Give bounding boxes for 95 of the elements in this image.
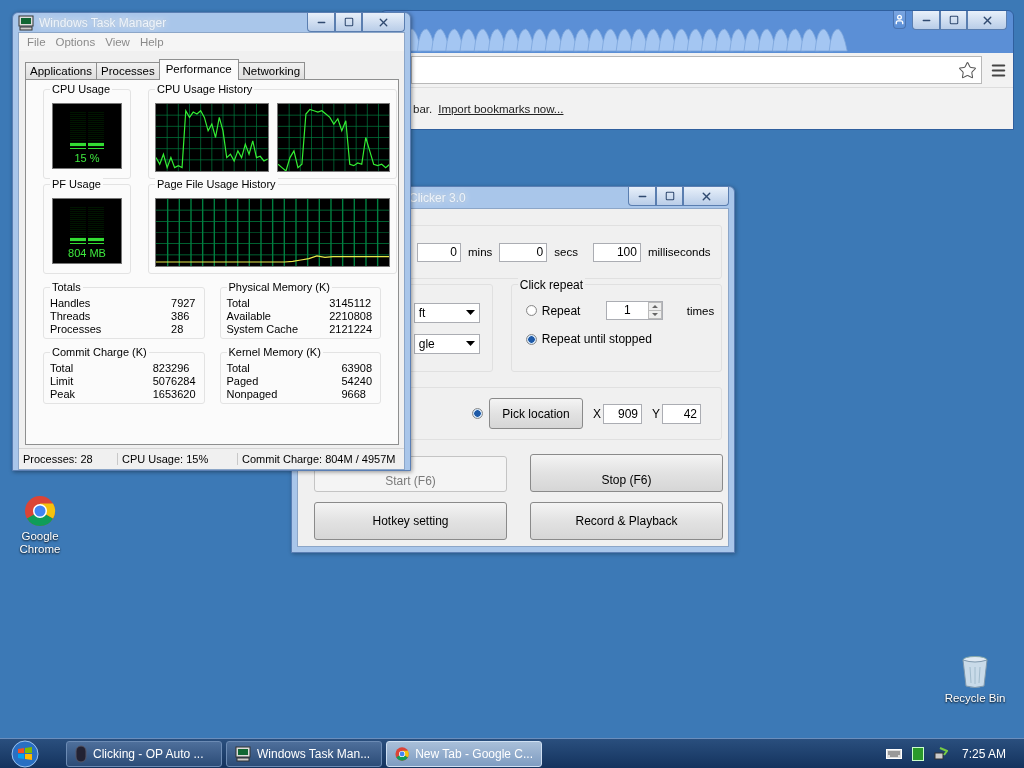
stat-value: 63908 (341, 362, 372, 374)
caret-icon (465, 310, 475, 315)
close-button[interactable] (967, 11, 1007, 30)
stat-label: Threads (50, 310, 92, 322)
x-field[interactable]: 909 (603, 403, 642, 424)
minimize-button[interactable] (912, 11, 940, 30)
group-title: PF Usage (50, 178, 103, 190)
chrome-icon (395, 745, 410, 762)
group-title: Click repeat (517, 278, 586, 292)
keyboard-icon[interactable] (885, 748, 902, 759)
stat-value: 28 (171, 323, 185, 335)
network-icon[interactable] (933, 746, 948, 761)
import-bookmarks-link[interactable]: Import bookmarks now... (438, 102, 564, 115)
caret-icon (465, 341, 475, 346)
chrome-icon (24, 495, 56, 527)
status-text: CPU Usage: 15% (118, 453, 238, 465)
stat-value: 54240 (341, 375, 372, 387)
stat-value: 386 (171, 310, 191, 322)
window-title: Windows Task Manager (39, 15, 168, 30)
group-title: Commit Charge (K) (50, 346, 149, 358)
group-title: Page File Usage History (155, 178, 278, 190)
number-field[interactable]: 0 (417, 242, 461, 262)
stat-label: Processes (50, 323, 103, 335)
stat-label: Available (226, 310, 272, 322)
recycle-bin-icon (960, 655, 990, 689)
action-button[interactable]: Stop (F6) (530, 454, 723, 492)
dropdown[interactable]: gle (413, 333, 480, 354)
stat-label: System Cache (226, 323, 300, 335)
group-title: CPU Usage History (155, 83, 255, 95)
group-title: Kernel Memory (K) (226, 346, 323, 358)
maximize-button[interactable] (335, 13, 362, 32)
maximize-button[interactable] (656, 187, 683, 206)
close-button[interactable] (362, 13, 405, 32)
maximize-icon (948, 15, 959, 25)
status-text: Processes: 28 (19, 453, 118, 465)
stat-value: 1653620 (152, 388, 196, 400)
maximize-icon (664, 191, 675, 201)
tab[interactable]: Processes (96, 62, 160, 80)
minimize-button[interactable] (307, 13, 335, 32)
spin-field[interactable]: 1 (605, 301, 663, 320)
taskbar-button[interactable]: Clicking - OP Auto ... (66, 740, 222, 767)
stat-label: Total (226, 362, 251, 374)
stat-label: Nonpaged (226, 388, 279, 400)
stat-value: 2210808 (329, 310, 372, 322)
stat-label: Peak (50, 388, 77, 400)
radio-option[interactable]: Repeat until stopped (525, 332, 652, 346)
spin-arrows-icon (647, 302, 662, 319)
stat-label: Handles (50, 297, 92, 309)
clock[interactable]: 7:25 AM (961, 746, 1006, 761)
stat-value: 823296 (152, 362, 191, 374)
number-field[interactable]: 0 (499, 242, 548, 262)
radio-option[interactable]: Repeat (525, 303, 592, 318)
group-title: CPU Usage (50, 83, 113, 95)
minimize-button[interactable] (628, 187, 656, 206)
stat-label: Paged (226, 375, 260, 387)
meter-reading: 15 % (74, 152, 100, 164)
stat-value: 2121224 (329, 323, 372, 335)
stat-value: 9668 (341, 388, 367, 400)
tab[interactable]: Applications (25, 62, 97, 80)
start-button[interactable] (8, 739, 42, 768)
unit-label: mins (468, 246, 493, 258)
stat-label: Total (226, 297, 251, 309)
unit-label: secs (554, 246, 578, 258)
star-icon[interactable] (958, 60, 977, 80)
unit-label: times (686, 304, 715, 317)
group-title: Totals (50, 281, 83, 293)
coordinate-label: X (593, 406, 601, 421)
coordinate-label: Y (652, 406, 661, 421)
radio-button[interactable] (472, 408, 483, 419)
action-button[interactable]: Record & Playback (530, 502, 723, 540)
maximize-button[interactable] (940, 11, 967, 30)
menu-icon[interactable] (990, 61, 1007, 79)
pick-location-button[interactable]: Pick location (489, 398, 583, 429)
stat-label: Total (50, 362, 75, 374)
close-button[interactable] (683, 187, 729, 206)
desktop-shortcut[interactable]: Recycle Bin (937, 655, 1013, 705)
y-field[interactable]: 42 (662, 403, 702, 424)
taskbar-button[interactable]: Windows Task Man... (226, 740, 382, 767)
stat-value: 3145112 (329, 297, 372, 309)
meter-reading: 804 MB (68, 247, 106, 259)
unit-label: milliseconds (647, 246, 711, 258)
desktop-shortcut[interactable]: Google Chrome (2, 495, 78, 556)
group-title: Physical Memory (K) (226, 281, 332, 293)
stat-value: 7927 (171, 297, 196, 309)
tab[interactable]: Performance (158, 59, 239, 80)
action-button[interactable]: Hotkey setting (314, 502, 507, 540)
number-field[interactable]: 100 (592, 242, 641, 262)
bookmark-bar-text: bar. (413, 102, 433, 115)
mouse-icon (75, 744, 87, 763)
tab[interactable]: Networking (237, 62, 306, 80)
maximize-icon (343, 17, 354, 27)
profile-button[interactable] (893, 11, 906, 29)
stat-label: Limit (50, 375, 75, 387)
stat-value: 5076284 (152, 375, 196, 387)
dropdown[interactable]: ft (413, 302, 480, 323)
